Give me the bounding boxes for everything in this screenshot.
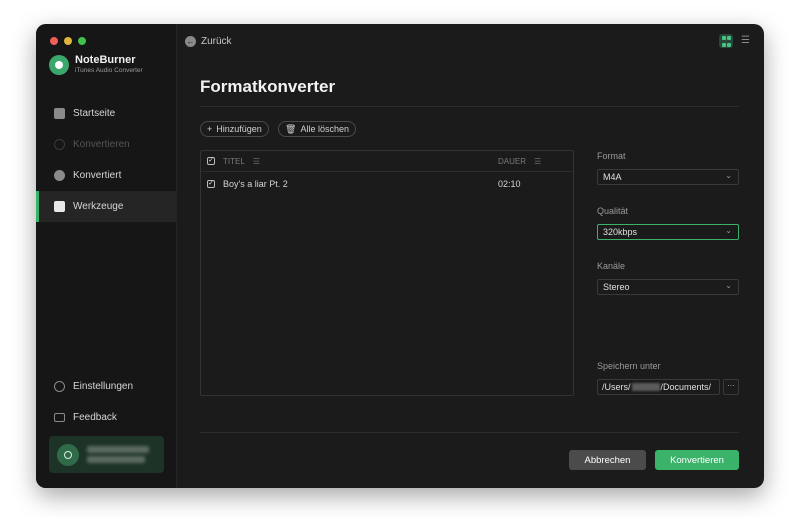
clock-icon [54, 170, 65, 181]
quality-select[interactable]: 320kbps ⌄ [597, 224, 739, 240]
track-duration: 02:10 [498, 179, 521, 189]
sidebar-item-werkzeuge[interactable]: Werkzeuge [36, 191, 177, 222]
redacted-username [631, 383, 660, 391]
track-title: Boy's a liar Pt. 2 [223, 179, 288, 189]
mail-icon [54, 413, 65, 422]
chevron-down-icon: ⌄ [725, 171, 732, 180]
avatar [57, 443, 79, 466]
sidebar-bottom-nav: Einstellungen Feedback [36, 371, 177, 433]
sidebar-item-label: Konvertieren [73, 139, 130, 150]
column-duration-header[interactable]: DAUER ☰ [498, 157, 541, 166]
close-window-button[interactable] [50, 37, 58, 45]
column-title-header[interactable]: TITEL ☰ [223, 157, 260, 166]
format-label: Format [597, 151, 626, 161]
home-icon [54, 108, 65, 119]
channels-label: Kanäle [597, 261, 626, 271]
sidebar-item-label: Werkzeuge [73, 201, 124, 212]
save-path-field[interactable]: /Users/ /Documents/ [597, 379, 720, 395]
toolbox-icon [54, 201, 65, 212]
gear-icon [54, 381, 65, 392]
chevron-down-icon: ⌄ [725, 226, 732, 235]
select-all-checkbox[interactable]: ✓ [207, 157, 215, 165]
sidebar-item-konvertiert[interactable]: Konvertiert [36, 160, 177, 191]
brand: NoteBurner iTunes Audio Converter [49, 54, 143, 75]
sidebar-item-konvertieren[interactable]: Konvertieren [36, 129, 177, 160]
zoom-window-button[interactable] [78, 37, 86, 45]
grid-view-button[interactable] [719, 34, 734, 48]
clear-all-button[interactable]: 🗑 Alle löschen [278, 121, 356, 137]
app-subtitle: iTunes Audio Converter [75, 67, 143, 74]
row-checkbox[interactable]: ✓ [207, 180, 215, 188]
table-row[interactable]: ✓ Boy's a liar Pt. 2 02:10 [201, 172, 573, 196]
noteburner-logo-icon [49, 54, 69, 75]
sidebar-nav: Startseite Konvertieren Konvertiert Werk… [36, 98, 177, 222]
user-icon [64, 450, 72, 459]
table-header: ✓ TITEL ☰ DAUER ☰ [201, 151, 573, 172]
back-button[interactable]: ← Zurück [185, 36, 232, 47]
window-controls [50, 37, 86, 45]
sidebar: NoteBurner iTunes Audio Converter Starts… [36, 24, 177, 488]
quality-value: 320kbps [603, 227, 638, 237]
convert-icon [54, 139, 65, 150]
app-window: NoteBurner iTunes Audio Converter Starts… [36, 24, 764, 488]
arrow-left-icon: ← [185, 36, 196, 47]
app-name: NoteBurner [75, 54, 136, 66]
save-location-label: Speichern unter [597, 361, 661, 371]
channels-value: Stereo [603, 282, 630, 292]
cancel-button[interactable]: Abbrechen [569, 450, 646, 470]
page-title: Formatkonverter [200, 77, 336, 96]
user-account[interactable] [49, 436, 164, 473]
channels-select[interactable]: Stereo ⌄ [597, 279, 739, 295]
format-select[interactable]: M4A ⌄ [597, 169, 739, 185]
sort-icon[interactable]: ☰ [253, 157, 260, 166]
sidebar-item-label: Startseite [73, 108, 116, 119]
add-label: Hinzufügen [216, 124, 262, 134]
convert-button[interactable]: Konvertieren [655, 450, 739, 470]
plus-icon: + [207, 124, 213, 134]
back-label: Zurück [201, 36, 232, 47]
clear-all-label: Alle löschen [300, 124, 349, 134]
format-value: M4A [603, 172, 622, 182]
quality-label: Qualität [597, 206, 629, 216]
title-divider [200, 106, 739, 107]
chevron-down-icon: ⌄ [725, 281, 732, 290]
browse-button[interactable]: ··· [723, 379, 739, 395]
top-right-controls: ☰ [719, 34, 750, 48]
footer-divider [200, 432, 739, 433]
menu-icon[interactable]: ☰ [741, 36, 750, 46]
track-table: ✓ TITEL ☰ DAUER ☰ ✓ Boy's a liar Pt. 2 02:… [200, 150, 574, 396]
sidebar-item-label: Einstellungen [73, 381, 134, 392]
sidebar-item-startseite[interactable]: Startseite [36, 98, 177, 129]
path-end: /Documents/ [660, 382, 712, 392]
sort-icon[interactable]: ☰ [534, 157, 541, 166]
sidebar-item-label: Konvertiert [73, 170, 122, 181]
main-panel: ← Zurück ☰ Formatkonverter + Hinzufügen … [178, 24, 764, 488]
user-info-redacted [87, 443, 149, 466]
sidebar-item-label: Feedback [73, 412, 117, 423]
sidebar-item-einstellungen[interactable]: Einstellungen [36, 371, 177, 402]
trash-icon: 🗑 [285, 123, 297, 134]
add-button[interactable]: + Hinzufügen [200, 121, 269, 137]
minimize-window-button[interactable] [64, 37, 72, 45]
path-start: /Users/ [602, 382, 631, 392]
sidebar-item-feedback[interactable]: Feedback [36, 402, 177, 433]
